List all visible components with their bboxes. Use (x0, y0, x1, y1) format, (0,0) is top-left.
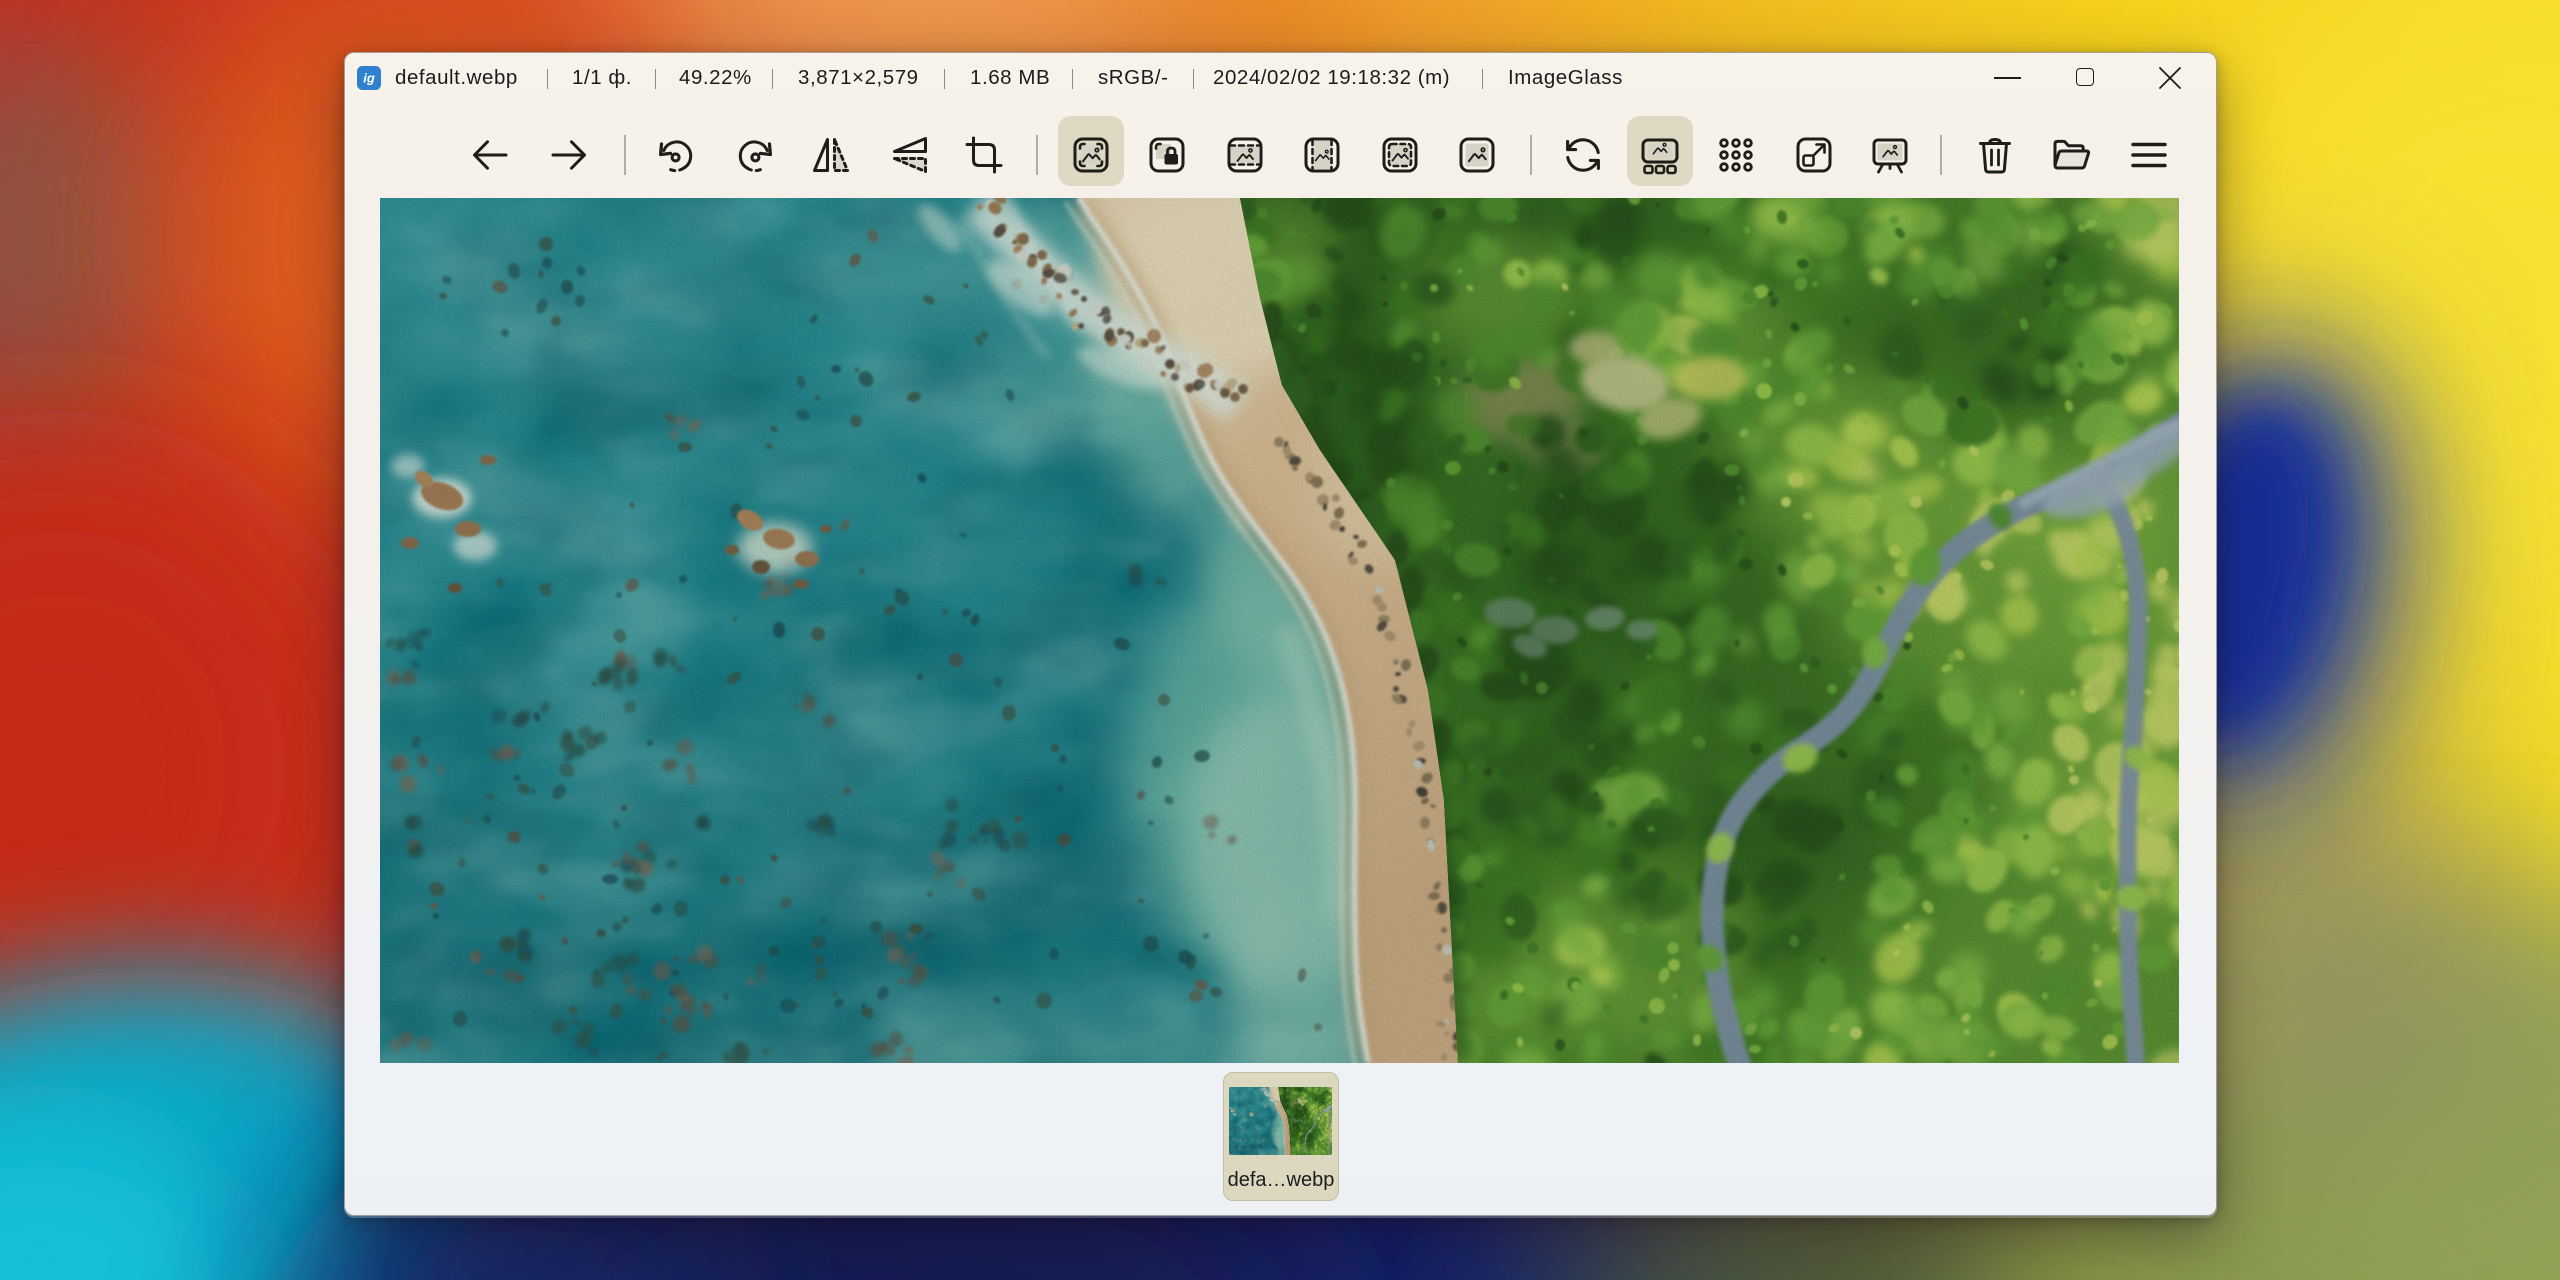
svg-text:ig: ig (363, 71, 375, 86)
